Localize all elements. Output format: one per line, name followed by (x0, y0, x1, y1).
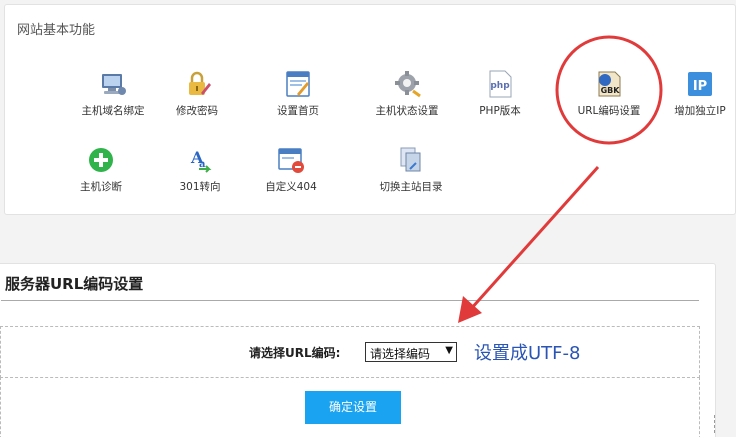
func-label: PHP版本 (479, 105, 521, 117)
func-url-encoding[interactable]: GBK URL编码设置 (559, 69, 659, 129)
func-label: 增加独立IP (674, 105, 726, 117)
panel-title: 网站基本功能 (17, 23, 96, 38)
func-homepage-settings[interactable]: 设置首页 (248, 69, 348, 129)
corner-divider (714, 415, 720, 433)
func-label: 主机状态设置 (375, 105, 439, 117)
chevron-down-icon: ▼ (445, 345, 453, 356)
func-change-password[interactable]: 修改密码 (147, 69, 247, 129)
encoding-select-value: 请选择编码 (370, 347, 431, 361)
func-label: 设置首页 (277, 105, 319, 117)
plus-circle-icon (89, 148, 113, 172)
php-icon-text: php (490, 81, 510, 91)
func-add-ip[interactable]: IP 增加独立IP (650, 69, 736, 129)
func-switch-directory[interactable]: 切换主站目录 (361, 145, 461, 205)
redirect-icon: A a (190, 148, 212, 173)
func-label: 切换主站目录 (379, 181, 443, 193)
gear-icon (395, 71, 421, 98)
confirm-button[interactable]: 确定设置 (305, 391, 401, 424)
func-label: 修改密码 (176, 105, 218, 117)
ip-icon: IP (688, 72, 712, 96)
computer-icon (102, 74, 126, 95)
website-functions-panel: 网站基本功能 主机域名绑定 修改密码 设置首页 主机状态设置 php PHP版本… (4, 4, 736, 215)
func-custom-404[interactable]: 自定义404 (241, 145, 341, 205)
encoding-select[interactable]: 请选择编码 ▼ (365, 342, 457, 362)
annotation-text: 设置成UTF-8 (474, 343, 581, 364)
func-label: 301转向 (179, 181, 221, 193)
submit-row: 确定设置 (0, 377, 700, 437)
lock-edit-icon (189, 71, 211, 95)
func-301-redirect[interactable]: A a 301转向 (150, 145, 250, 205)
func-host-diagnosis[interactable]: 主机诊断 (51, 145, 151, 205)
encoding-field-label: 请选择URL编码: (249, 346, 341, 360)
custom-404-icon (278, 148, 304, 173)
title-divider (1, 300, 699, 301)
panel-title: 服务器URL编码设置 (5, 275, 144, 293)
func-label: 自定义404 (265, 181, 317, 193)
encoding-form-row: 请选择URL编码: 请选择编码 ▼ 设置成UTF-8 (0, 326, 700, 378)
gbk-icon-text: GBK (601, 86, 621, 95)
switch-directory-icon (400, 147, 421, 172)
url-encoding-panel: 服务器URL编码设置 请选择URL编码: 请选择编码 ▼ 设置成UTF-8 确定… (0, 263, 716, 437)
ip-icon-text: IP (693, 79, 707, 94)
homepage-settings-icon (286, 71, 310, 97)
func-host-status[interactable]: 主机状态设置 (357, 69, 457, 129)
func-label: 主机诊断 (80, 181, 122, 193)
gbk-encoding-icon: GBK (598, 71, 621, 97)
php-icon: php (489, 70, 512, 98)
func-php-version[interactable]: php PHP版本 (450, 69, 550, 129)
func-label: URL编码设置 (577, 105, 641, 117)
